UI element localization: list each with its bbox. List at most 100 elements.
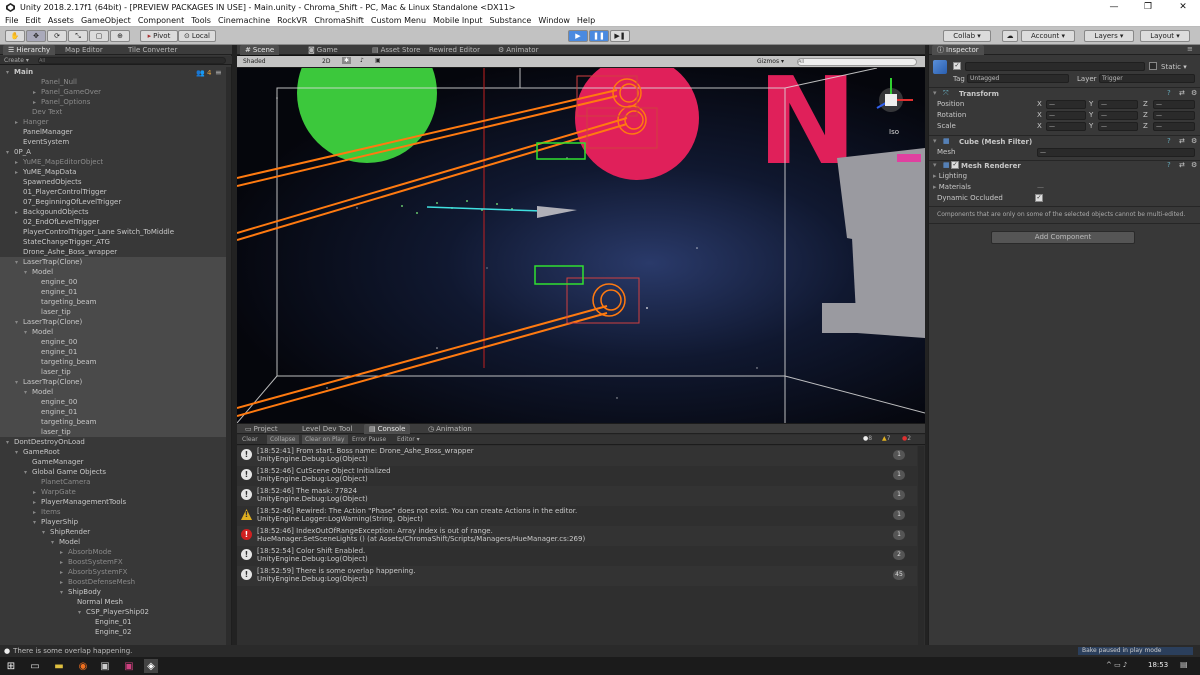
- hierarchy-row[interactable]: 07_BeginningOfLevelTrigger: [0, 197, 228, 207]
- clear-on-play-button[interactable]: Clear on Play: [302, 435, 348, 444]
- lighting-foldout[interactable]: ▸ Lighting: [933, 172, 967, 180]
- console-entry[interactable]: ! [18:52:54] Color Shift Enabled. UnityEng…: [237, 546, 917, 566]
- hierarchy-row[interactable]: ▾ PlayerShip: [0, 517, 228, 527]
- hierarchy-row[interactable]: PanelManager: [0, 127, 228, 137]
- editor-dropdown[interactable]: Editor ▾: [397, 436, 420, 443]
- menu-file[interactable]: File: [5, 16, 18, 25]
- position-z-field[interactable]: —: [1153, 100, 1195, 109]
- hierarchy-row[interactable]: engine_00: [0, 337, 228, 347]
- task-view-icon[interactable]: ▭: [28, 659, 42, 673]
- console-entry[interactable]: ! [18:52:59] There is some overlap happen…: [237, 566, 917, 586]
- warning-filter-toggle[interactable]: ▲7: [882, 435, 890, 442]
- preset-icon[interactable]: ⇄: [1179, 137, 1185, 145]
- scene-options-icon[interactable]: ≡: [215, 68, 222, 77]
- menu-custom-menu[interactable]: Custom Menu: [371, 16, 426, 25]
- hierarchy-row[interactable]: laser_tip: [0, 427, 228, 437]
- hierarchy-row[interactable]: 01_PlayerControlTrigger: [0, 187, 228, 197]
- tab-animation[interactable]: ◷ Animation: [423, 424, 477, 434]
- hierarchy-row[interactable]: ▸ AbsorbSystemFX: [0, 567, 228, 577]
- windows-start-icon[interactable]: ⊞: [4, 659, 18, 673]
- audio-toggle-icon[interactable]: ♪: [360, 57, 364, 64]
- error-pause-button[interactable]: Error Pause: [352, 436, 386, 443]
- shading-mode-dropdown[interactable]: Shaded: [243, 58, 266, 65]
- menu-component[interactable]: Component: [138, 16, 184, 25]
- hierarchy-row[interactable]: Normal Mesh: [0, 597, 228, 607]
- scale-tool-icon[interactable]: ⤡: [68, 30, 88, 42]
- hierarchy-row[interactable]: engine_00: [0, 277, 228, 287]
- hierarchy-row[interactable]: ▸ YuME_MapData: [0, 167, 228, 177]
- tab-map-editor[interactable]: Map Editor: [60, 45, 108, 55]
- hierarchy-row[interactable]: ▸ BoostDefenseMesh: [0, 577, 228, 587]
- help-icon[interactable]: ?: [1167, 89, 1171, 97]
- hierarchy-row[interactable]: StateChangeTrigger_ATG: [0, 237, 228, 247]
- hierarchy-row[interactable]: PlayerControlTrigger_Lane Switch_ToMiddl…: [0, 227, 228, 237]
- hierarchy-row[interactable]: targeting_beam: [0, 357, 228, 367]
- hierarchy-row[interactable]: ▸ Panel_Options: [0, 97, 228, 107]
- hierarchy-row[interactable]: PlanetCamera: [0, 477, 228, 487]
- hierarchy-row[interactable]: ▾ GameRoot: [0, 447, 228, 457]
- layout-dropdown[interactable]: Layout ▾: [1140, 30, 1190, 42]
- transform-tool-icon[interactable]: ⊕: [110, 30, 130, 42]
- pivot-toggle[interactable]: ▸ Pivot: [140, 30, 178, 42]
- tab-animator[interactable]: ⚙ Animator: [493, 45, 543, 55]
- hierarchy-row[interactable]: Engine_01: [0, 617, 228, 627]
- rotation-z-field[interactable]: —: [1153, 111, 1195, 120]
- menu-rockvr[interactable]: RockVR: [277, 16, 307, 25]
- menu-substance[interactable]: Substance: [490, 16, 532, 25]
- hierarchy-row[interactable]: Drone_Ashe_Boss_wrapper: [0, 247, 228, 257]
- file-explorer-icon[interactable]: ▬: [52, 659, 66, 673]
- tab-game[interactable]: ◙ Game: [303, 45, 343, 55]
- help-icon[interactable]: ?: [1167, 137, 1171, 145]
- hand-tool-icon[interactable]: ✋: [5, 30, 25, 42]
- mesh-renderer-header[interactable]: ▾ ▦ ✓ Mesh Renderer ? ⇄ ⚙: [929, 161, 1200, 171]
- tag-dropdown[interactable]: Untagged: [967, 74, 1069, 83]
- menu-gameobject[interactable]: GameObject: [81, 16, 131, 25]
- hierarchy-row[interactable]: ▾ Global Game Objects: [0, 467, 228, 477]
- rect-tool-icon[interactable]: ▢: [89, 30, 109, 42]
- error-filter-toggle[interactable]: ●2: [902, 435, 911, 442]
- position-y-field[interactable]: —: [1098, 100, 1138, 109]
- hierarchy-row[interactable]: engine_00: [0, 397, 228, 407]
- mesh-filter-header[interactable]: ▾ ▦ Cube (Mesh Filter) ? ⇄ ⚙: [929, 137, 1200, 147]
- app2-icon[interactable]: ▣: [122, 659, 136, 673]
- hierarchy-row[interactable]: engine_01: [0, 347, 228, 357]
- hierarchy-scrollbar[interactable]: [226, 67, 231, 657]
- menu-mobile-input[interactable]: Mobile Input: [433, 16, 483, 25]
- local-toggle[interactable]: ⊙ Local: [178, 30, 216, 42]
- hierarchy-row[interactable]: Panel_Null: [0, 77, 228, 87]
- scale-y-field[interactable]: —: [1098, 122, 1138, 131]
- info-filter-toggle[interactable]: ●8: [863, 435, 872, 442]
- static-checkbox[interactable]: [1149, 62, 1157, 70]
- firefox-icon[interactable]: ◉: [76, 659, 90, 673]
- lighting-toggle-icon[interactable]: ✱: [342, 57, 352, 64]
- hierarchy-row[interactable]: ▸ AbsorbMode: [0, 547, 228, 557]
- hierarchy-row[interactable]: ▾ Model: [0, 537, 228, 547]
- hierarchy-row[interactable]: ▸ PlayerManagementTools: [0, 497, 228, 507]
- tab-level-dev-tool[interactable]: Level Dev Tool: [297, 424, 357, 434]
- scale-z-field[interactable]: —: [1153, 122, 1195, 131]
- tab-console[interactable]: ▤ Console: [364, 424, 411, 434]
- hierarchy-row[interactable]: targeting_beam: [0, 417, 228, 427]
- notifications-icon[interactable]: ▤: [1180, 660, 1188, 669]
- mesh-field[interactable]: —: [1037, 148, 1195, 157]
- mesh-renderer-enabled-checkbox[interactable]: ✓: [951, 161, 959, 169]
- preset-icon[interactable]: ⇄: [1179, 89, 1185, 97]
- hierarchy-row[interactable]: laser_tip: [0, 307, 228, 317]
- tab-tile-converter[interactable]: Tile Converter: [123, 45, 182, 55]
- console-entry[interactable]: ! [18:52:46] CutScene Object Initialized U…: [237, 466, 917, 486]
- hierarchy-row[interactable]: ▾ Model: [0, 327, 228, 337]
- console-entry[interactable]: ! [18:52:46] Rewired: The Action "Phase" …: [237, 506, 917, 526]
- menu-help[interactable]: Help: [577, 16, 595, 25]
- hierarchy-row[interactable]: Dev Text: [0, 107, 228, 117]
- hierarchy-row[interactable]: GameManager: [0, 457, 228, 467]
- materials-foldout[interactable]: ▸ Materials: [933, 183, 971, 191]
- step-button[interactable]: ▶❚: [610, 30, 630, 42]
- scene-viewport[interactable]: N Iso: [237, 68, 925, 423]
- add-component-button[interactable]: Add Component: [991, 231, 1135, 244]
- console-entry[interactable]: ! [18:52:41] From start. Boss name: Drone…: [237, 446, 917, 466]
- panel-menu-icon[interactable]: ≡: [1187, 45, 1193, 53]
- maximize-button[interactable]: ❐: [1131, 0, 1165, 14]
- component-menu-icon[interactable]: ⚙: [1191, 161, 1197, 169]
- unity-taskbar-icon[interactable]: ◈: [144, 659, 158, 673]
- tab-project[interactable]: ▭ Project: [240, 424, 283, 434]
